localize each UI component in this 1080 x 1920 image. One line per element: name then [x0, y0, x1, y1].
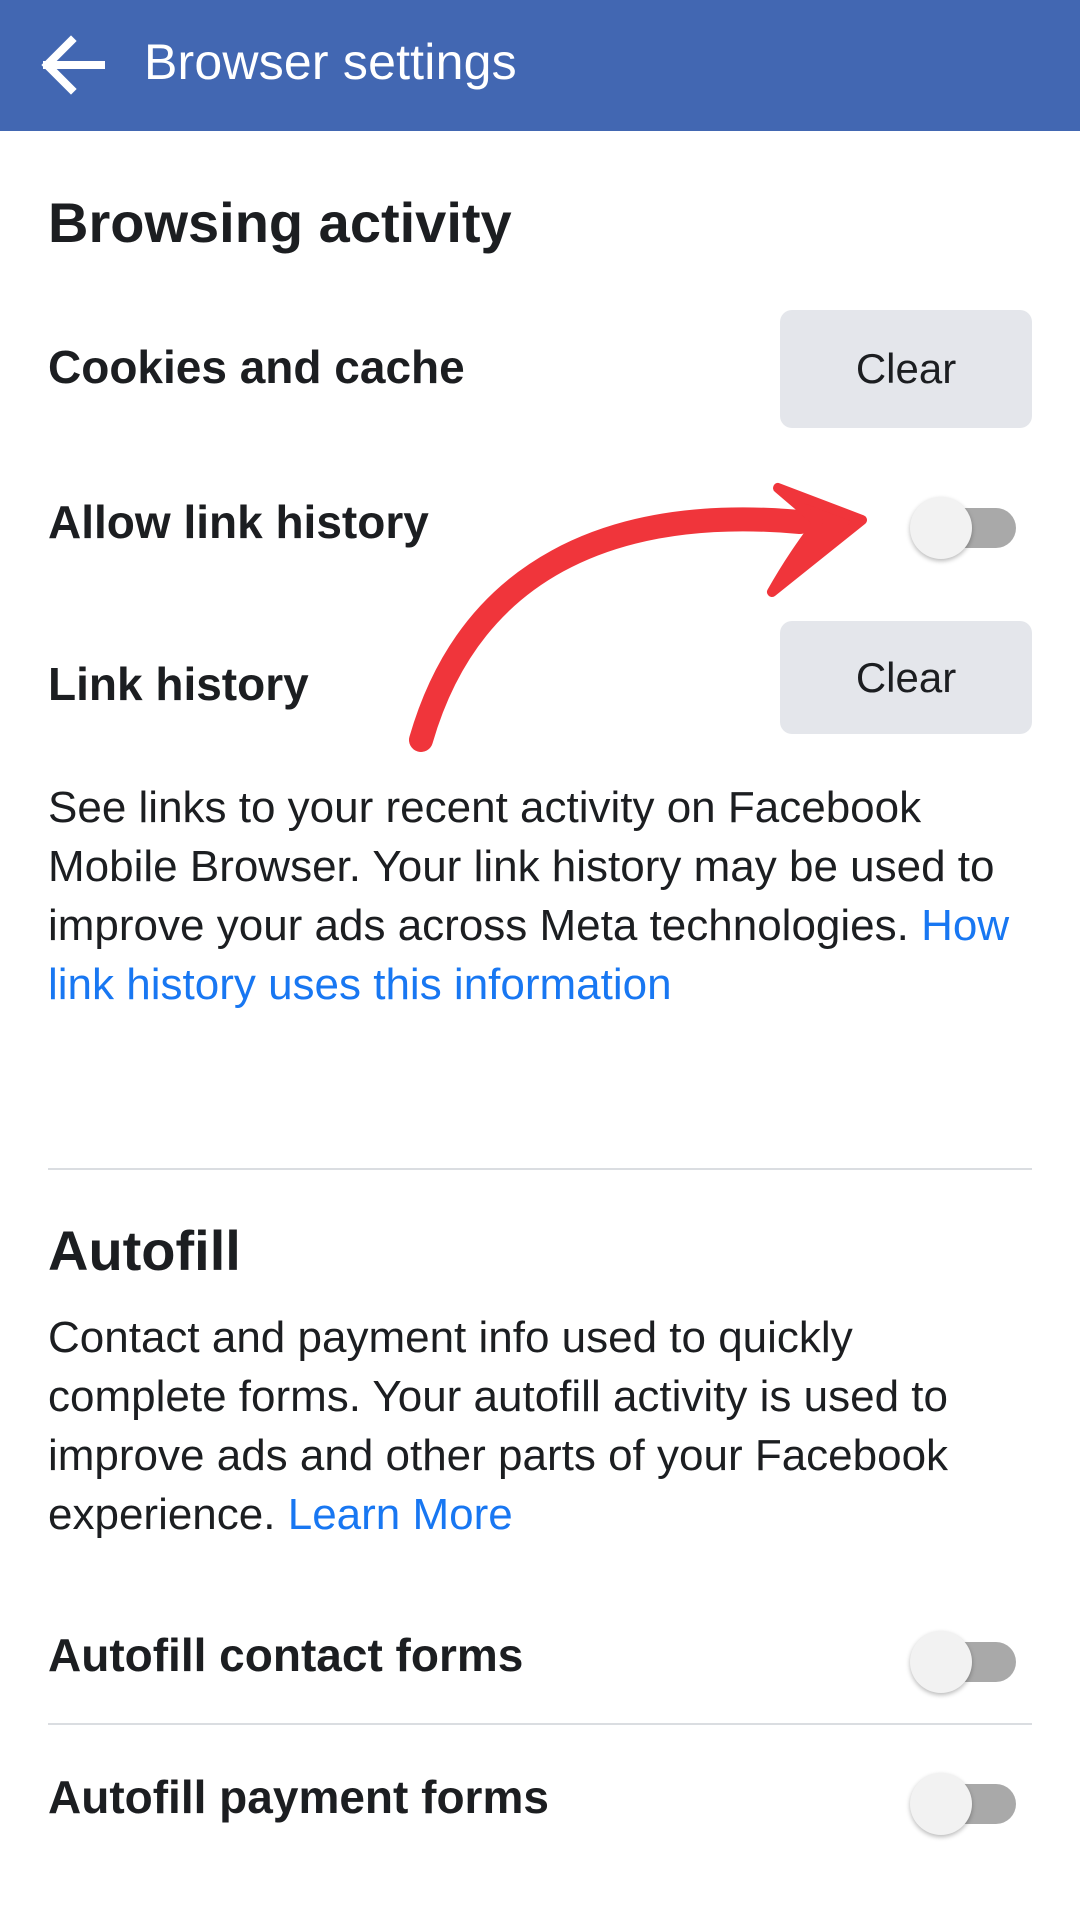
- back-arrow-icon: [41, 35, 105, 95]
- autofill-heading: Autofill: [48, 1219, 241, 1282]
- allow-link-history-label: Allow link history: [48, 496, 429, 548]
- browsing-activity-heading: Browsing activity: [48, 191, 512, 254]
- autofill-payment-forms-toggle[interactable]: [910, 1765, 1022, 1835]
- toggle-knob: [910, 497, 972, 559]
- cookies-and-cache-label: Cookies and cache: [48, 341, 465, 393]
- link-history-label: Link history: [48, 658, 309, 710]
- link-history-description: See links to your recent activity on Fac…: [48, 778, 1038, 1014]
- link-history-description-text: See links to your recent activity on Fac…: [48, 783, 995, 950]
- toggle-knob: [910, 1773, 972, 1835]
- allow-link-history-toggle[interactable]: [910, 489, 1022, 559]
- page-title: Browser settings: [144, 34, 517, 90]
- section-divider: [48, 1168, 1032, 1170]
- clear-cookies-button[interactable]: Clear: [780, 310, 1032, 428]
- clear-link-history-button[interactable]: Clear: [780, 621, 1032, 734]
- learn-more-link[interactable]: Learn More: [288, 1490, 513, 1539]
- autofill-contact-forms-toggle[interactable]: [910, 1623, 1022, 1693]
- autofill-payment-forms-label: Autofill payment forms: [48, 1771, 549, 1823]
- autofill-description: Contact and payment info used to quickly…: [48, 1308, 1038, 1544]
- app-bar: Browser settings: [0, 0, 1080, 131]
- back-button[interactable]: [28, 26, 116, 104]
- row-divider: [48, 1723, 1032, 1725]
- toggle-knob: [910, 1631, 972, 1693]
- autofill-contact-forms-label: Autofill contact forms: [48, 1629, 524, 1681]
